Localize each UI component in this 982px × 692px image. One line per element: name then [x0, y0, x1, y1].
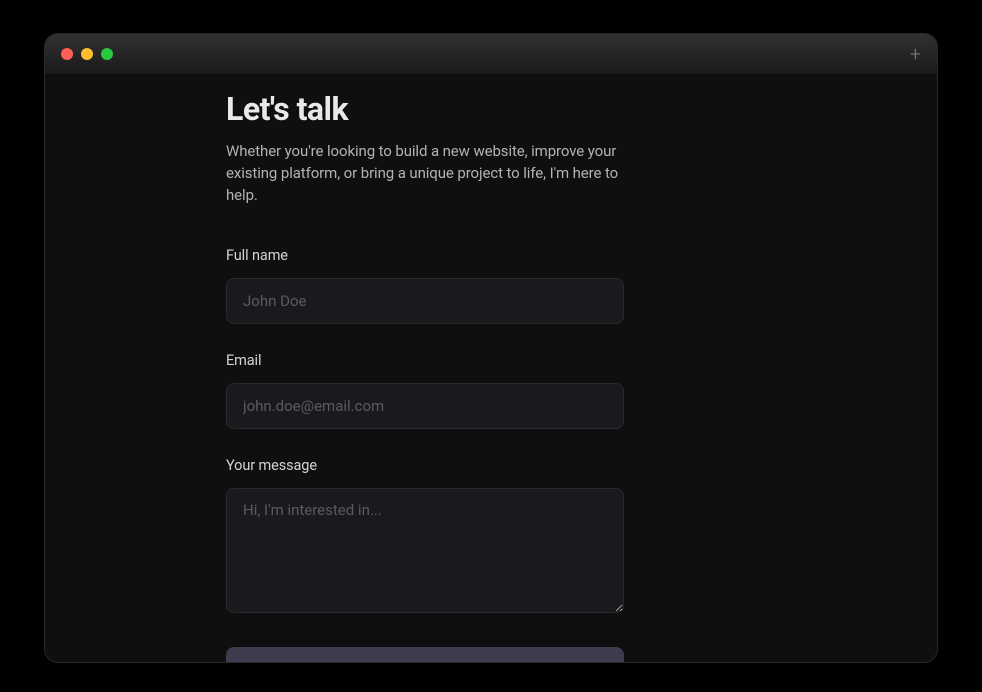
submit-label: Send Message: [365, 660, 464, 662]
email-input[interactable]: [226, 383, 624, 429]
maximize-window-button[interactable]: [101, 48, 113, 60]
page-title: Let's talk: [226, 90, 624, 128]
send-message-button[interactable]: Send Message: [226, 647, 624, 662]
app-window: + Let's talk Whether you're looking to b…: [44, 33, 938, 663]
field-message: Your message: [226, 457, 624, 617]
fullname-label: Full name: [226, 247, 624, 264]
email-label: Email: [226, 352, 624, 369]
window-content: Let's talk Whether you're looking to bui…: [45, 74, 937, 662]
new-tab-button[interactable]: +: [910, 44, 921, 64]
window-titlebar: +: [45, 34, 937, 74]
arrow-up-right-icon: [472, 660, 485, 662]
close-window-button[interactable]: [61, 48, 73, 60]
fullname-input[interactable]: [226, 278, 624, 324]
traffic-lights: [61, 48, 113, 60]
message-label: Your message: [226, 457, 624, 474]
field-fullname: Full name: [226, 247, 624, 324]
contact-form: Let's talk Whether you're looking to bui…: [226, 90, 624, 662]
page-subtext: Whether you're looking to build a new we…: [226, 140, 624, 207]
minimize-window-button[interactable]: [81, 48, 93, 60]
message-textarea[interactable]: [226, 488, 624, 613]
plus-icon: +: [910, 42, 921, 66]
field-email: Email: [226, 352, 624, 429]
